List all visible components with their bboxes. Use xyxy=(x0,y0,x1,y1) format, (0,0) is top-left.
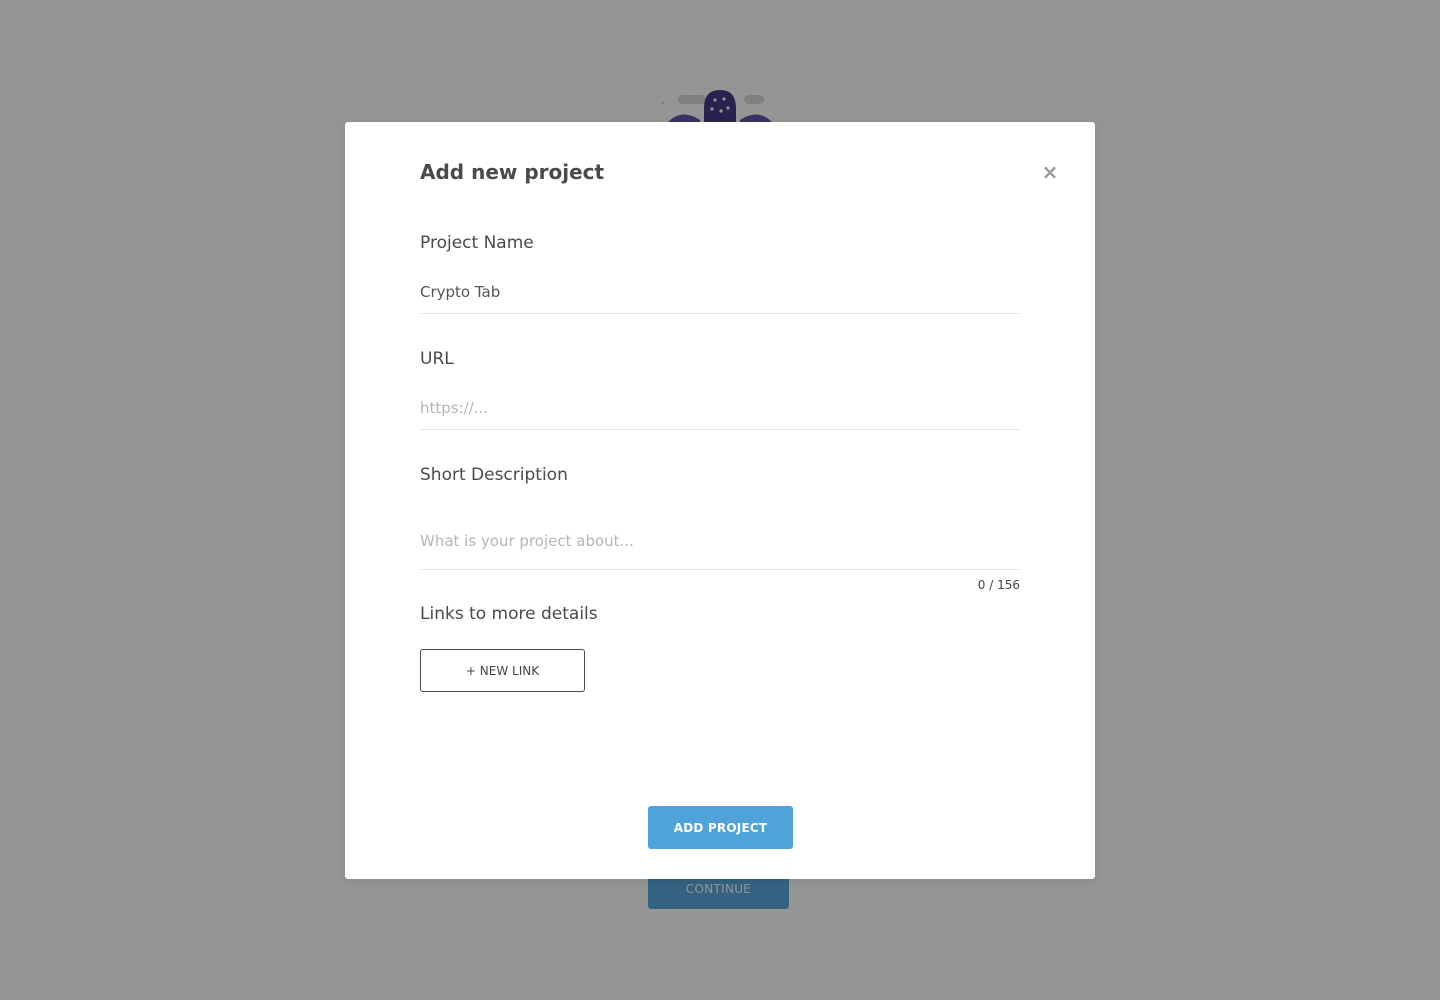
url-label: URL xyxy=(420,349,454,369)
links-label: Links to more details xyxy=(420,604,598,624)
project-name-label: Project Name xyxy=(420,233,534,253)
short-description-label: Short Description xyxy=(420,465,568,485)
short-description-input[interactable] xyxy=(420,508,1020,570)
add-project-modal: Add new project × Project Name URL Short… xyxy=(345,122,1095,879)
character-counter: 0 / 156 xyxy=(977,578,1020,592)
add-project-button[interactable]: ADD PROJECT xyxy=(648,806,793,849)
page: CONTINUE Add new project × Project Name … xyxy=(0,0,1440,1000)
new-link-button[interactable]: + NEW LINK xyxy=(420,649,585,692)
modal-title: Add new project xyxy=(420,160,605,184)
close-icon[interactable]: × xyxy=(1039,160,1061,184)
url-input[interactable] xyxy=(420,386,1020,430)
project-name-input[interactable] xyxy=(420,270,1020,314)
